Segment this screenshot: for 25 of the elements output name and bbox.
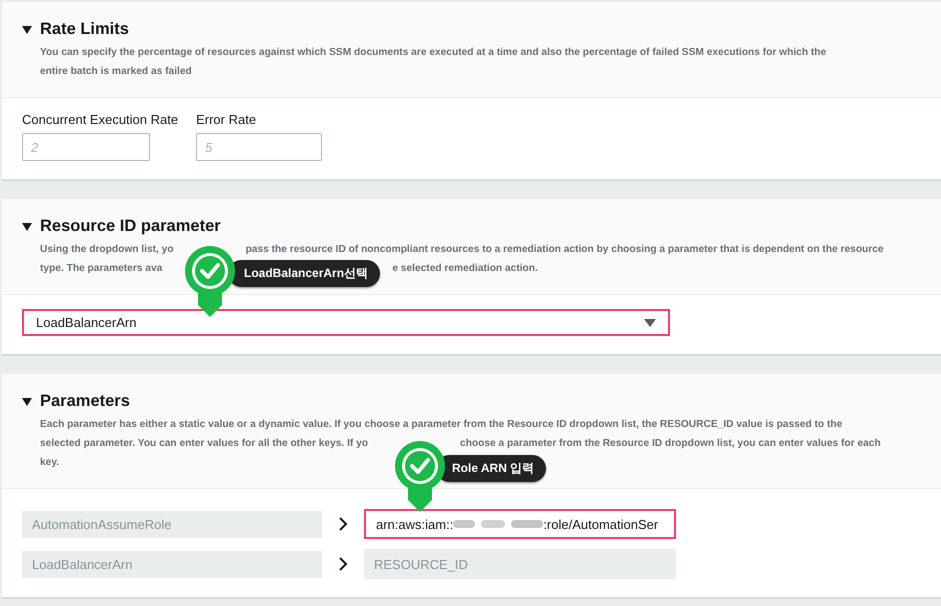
collapse-toggle-icon[interactable] — [22, 24, 32, 34]
field-label: Concurrent Execution Rate — [22, 112, 178, 127]
description-text: entire batch is marked as failed — [40, 65, 192, 79]
description-text: pass the resource ID of noncompliant resources to a remediation action by choosing a parameter that is dependent on the resource — [246, 243, 884, 257]
description-text: Each parameter has either a static value or a dynamic value. If you choose a parameter from the Resource ID dropdown list, the RESOURCE_ID value is passed to the — [40, 418, 842, 432]
parameter-key: AutomationAssumeRole — [22, 510, 322, 538]
collapse-toggle-icon[interactable] — [22, 222, 32, 232]
section-title: Rate Limits — [40, 20, 129, 39]
description-text: e selected remediation action. — [392, 262, 538, 276]
section-title: Parameters — [40, 392, 130, 411]
description-text: Using the dropdown list, yo — [40, 243, 174, 257]
description-text: You can specify the percentage of resources against which SSM documents are executed at a time and also the percentage of failed SSM executions for which the — [40, 46, 826, 60]
parameter-value-field[interactable]: arn:aws:iam:: :role/AutomationSer — [364, 509, 676, 539]
parameter-key: LoadBalancerArn — [22, 550, 322, 578]
description-text: selected parameter. You can enter values for all the other keys. If yo — [40, 437, 368, 451]
description-text: choose a parameter from the Resource ID dropdown list, you can enter values for each — [460, 437, 881, 451]
dropdown-caret-icon — [644, 318, 656, 326]
field-label: Error Rate — [196, 112, 258, 127]
collapse-toggle-icon[interactable] — [22, 396, 32, 406]
resource-dropdown[interactable]: LoadBalancerArn — [22, 309, 670, 336]
rate-input[interactable]: 5 — [196, 133, 322, 161]
description-text: key. — [40, 456, 60, 470]
section-title: Resource ID parameter — [40, 217, 221, 236]
description-text: type. The parameters ava — [40, 262, 162, 276]
rate-input[interactable]: 2 — [22, 133, 150, 161]
